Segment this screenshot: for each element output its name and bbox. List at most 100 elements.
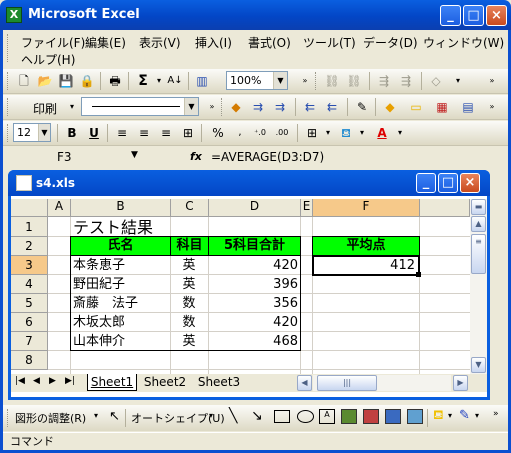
decrease-decimal-icon[interactable]: .00 xyxy=(273,124,291,142)
print-dropdown-icon[interactable]: ▾ xyxy=(63,98,81,116)
select-all-corner[interactable] xyxy=(11,199,48,217)
row-header-7[interactable]: 7 xyxy=(11,332,48,351)
clear-circles-icon[interactable]: ▤ xyxy=(459,98,477,116)
title-bar[interactable]: X Microsoft Excel _ □ × xyxy=(0,0,511,30)
name-cell[interactable]: 山本伸介 xyxy=(73,332,125,351)
line-tool-icon[interactable]: ╲ xyxy=(229,408,237,424)
open-folder-icon[interactable]: 📂 xyxy=(36,72,54,90)
row-header-4[interactable]: 4 xyxy=(11,275,48,294)
column-header-f[interactable]: F xyxy=(313,199,420,217)
menubar-grip[interactable] xyxy=(7,34,10,62)
total-cell[interactable]: 396 xyxy=(208,275,298,294)
subject-cell[interactable]: 数 xyxy=(170,294,208,313)
font-size-select[interactable]: 12 ▼ xyxy=(13,123,51,142)
menu-file[interactable]: ファイル(F) xyxy=(21,34,85,51)
worksheet-grid[interactable]: A B C D E F 1 2 3 4 5 6 7 8 テスト結果 氏名 科目 … xyxy=(11,199,470,375)
oval-tool-icon[interactable] xyxy=(297,410,314,423)
row-header-6[interactable]: 6 xyxy=(11,313,48,332)
row-header-3[interactable]: 3 xyxy=(11,256,48,275)
toolbar-options-icon[interactable]: » xyxy=(203,98,221,116)
toolbar-grip[interactable] xyxy=(315,72,318,90)
total-cell[interactable]: 420 xyxy=(208,256,298,275)
maximize-button[interactable]: □ xyxy=(463,5,484,26)
wb-close-button[interactable]: × xyxy=(460,173,480,193)
insert-function-icon[interactable]: fx xyxy=(190,150,202,163)
menu-help[interactable]: ヘルプ(H) xyxy=(21,51,75,68)
row-header-5[interactable]: 5 xyxy=(11,294,48,313)
menu-edit[interactable]: 編集(E) xyxy=(85,34,126,51)
name-cell[interactable]: 木坂太郎 xyxy=(73,313,125,332)
workbook-title-bar[interactable]: s4.xls _ □ × xyxy=(8,170,490,196)
wb-minimize-button[interactable]: _ xyxy=(416,173,436,193)
sort-ascending-icon[interactable]: A↓ xyxy=(166,72,184,90)
column-header-d[interactable]: D xyxy=(209,199,301,217)
name-box[interactable]: F3 xyxy=(57,150,72,164)
toolbar-options-icon[interactable]: » xyxy=(483,98,501,116)
zoom-select[interactable]: 100% ▼ xyxy=(226,71,288,90)
trace-error-icon[interactable]: ◆ xyxy=(227,98,245,116)
menu-tools[interactable]: ツール(T) xyxy=(303,34,356,51)
column-header-b[interactable]: B xyxy=(71,199,171,217)
toolbar-grip[interactable] xyxy=(7,124,10,142)
menu-data[interactable]: データ(D) xyxy=(363,34,418,51)
first-sheet-icon[interactable]: |◀ xyxy=(15,376,25,386)
subject-cell[interactable]: 英 xyxy=(170,332,208,351)
permission-icon[interactable]: 🔒 xyxy=(78,72,96,90)
align-right-icon[interactable]: ≡ xyxy=(157,124,175,142)
toolbar-options-icon[interactable]: ▾ xyxy=(449,72,467,90)
toolbar-grip[interactable] xyxy=(7,72,10,90)
scroll-down-button[interactable]: ▼ xyxy=(471,357,486,373)
header-name-cell[interactable]: 氏名 xyxy=(70,236,171,256)
horizontal-scroll-thumb[interactable]: ||| xyxy=(317,375,377,391)
split-box-icon[interactable]: ▬ xyxy=(471,199,486,215)
chevron-down-icon[interactable]: ▾ xyxy=(448,411,452,420)
remove-arrows-icon[interactable]: ✎ xyxy=(353,98,371,116)
column-header-g[interactable] xyxy=(420,199,470,217)
toolbar-options-icon[interactable]: » xyxy=(493,409,499,419)
chart-wizard-icon[interactable]: ▥ xyxy=(193,72,211,90)
toolbar-options-icon[interactable]: » xyxy=(483,72,501,90)
fill-color-icon[interactable]: ⛾ xyxy=(433,408,444,425)
percent-icon[interactable]: % xyxy=(209,124,227,142)
chevron-down-icon[interactable]: ▾ xyxy=(475,411,479,420)
trace-precedents-icon[interactable]: ⇉ xyxy=(249,98,267,116)
subject-cell[interactable]: 英 xyxy=(170,256,208,275)
select-objects-icon[interactable]: ↖ xyxy=(109,409,120,424)
minimize-button[interactable]: _ xyxy=(440,5,461,26)
header-subject-cell[interactable]: 科目 xyxy=(170,236,209,256)
align-center-icon[interactable]: ≡ xyxy=(135,124,153,142)
line-color-icon[interactable]: ✎ xyxy=(459,408,470,423)
sheet-tab-sheet2[interactable]: Sheet2 xyxy=(139,374,191,391)
total-cell[interactable]: 356 xyxy=(208,294,298,313)
chevron-down-icon[interactable]: ▾ xyxy=(209,411,213,420)
row-header-8[interactable]: 8 xyxy=(11,351,48,370)
sheet-tab-sheet3[interactable]: Sheet3 xyxy=(193,374,245,391)
trace-dependents-icon[interactable]: ⇇ xyxy=(301,98,319,116)
underline-icon[interactable]: U xyxy=(85,124,103,142)
close-button[interactable]: × xyxy=(486,5,507,26)
next-sheet-icon[interactable]: ▶ xyxy=(49,376,56,386)
column-header-a[interactable]: A xyxy=(48,199,71,217)
row-header-2[interactable]: 2 xyxy=(11,237,48,256)
toolbar-grip[interactable] xyxy=(7,98,10,116)
subject-cell[interactable]: 数 xyxy=(170,313,208,332)
column-header-e[interactable]: E xyxy=(301,199,313,217)
borders-dropdown-icon[interactable]: ▾ xyxy=(319,124,337,142)
new-comment-icon[interactable]: ▭ xyxy=(407,98,425,116)
name-cell[interactable]: 野田紀子 xyxy=(73,275,125,294)
insert-picture-icon[interactable] xyxy=(407,409,423,424)
vertical-scroll-thumb[interactable]: ≡ xyxy=(471,234,486,274)
toolbar-options-icon[interactable]: » xyxy=(296,72,314,90)
rectangle-tool-icon[interactable] xyxy=(274,410,290,423)
header-average-cell[interactable]: 平均点 xyxy=(312,236,420,256)
new-file-icon[interactable]: 🗋 xyxy=(15,72,33,90)
toolbar-grip[interactable] xyxy=(7,409,10,427)
save-icon[interactable]: 💾 xyxy=(57,72,75,90)
align-left-icon[interactable]: ≡ xyxy=(113,124,131,142)
font-color-dropdown-icon[interactable]: ▾ xyxy=(391,124,409,142)
subject-cell[interactable]: 英 xyxy=(170,275,208,294)
diagram-icon[interactable] xyxy=(363,409,379,424)
draw-menu-button[interactable]: 図形の調整(R) xyxy=(15,410,86,426)
last-sheet-icon[interactable]: ▶| xyxy=(65,376,75,386)
font-color-icon[interactable]: A xyxy=(373,124,391,142)
